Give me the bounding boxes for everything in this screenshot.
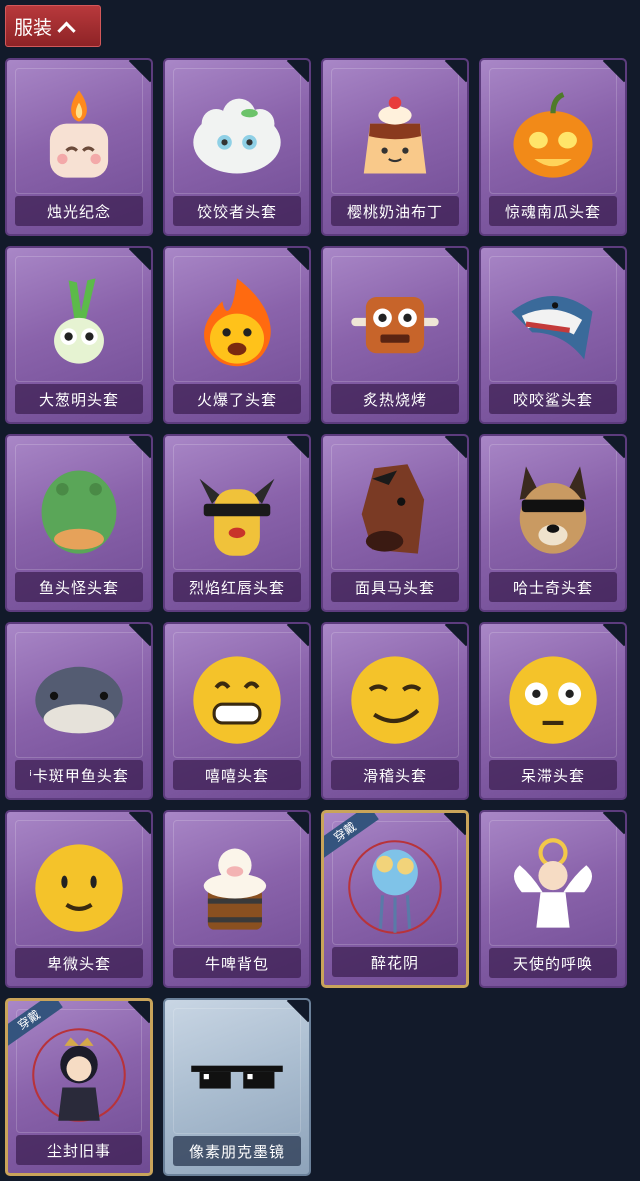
item-card[interactable]: 面具马头套 — [321, 434, 469, 612]
pudding-icon — [363, 96, 427, 174]
item-name: 烛光纪念 — [15, 196, 143, 226]
item-card[interactable]: 哈士奇头套 — [479, 434, 627, 612]
item-card[interactable]: 呆滞头套 — [479, 622, 627, 800]
outfit-section-toggle[interactable]: 服装 — [5, 5, 101, 47]
item-card[interactable]: 大葱明头套 — [5, 246, 153, 424]
item-card[interactable]: 牛啤背包 — [163, 810, 311, 988]
item-card[interactable]: 天使的呼唤 — [479, 810, 627, 988]
stare-emoji-icon — [509, 656, 597, 744]
item-name: 咬咬鲨头套 — [489, 384, 617, 414]
fireball-icon — [204, 278, 271, 367]
grin-emoji-icon — [193, 656, 281, 744]
item-name: 樱桃奶油布丁 — [331, 196, 459, 226]
pixel-sunglasses-icon — [191, 1065, 283, 1089]
item-card[interactable]: 穿戴 尘封旧事 — [5, 998, 153, 1176]
shark-icon — [511, 296, 593, 360]
dumpling-icon — [193, 98, 281, 174]
item-name: 大葱明头套 — [15, 384, 143, 414]
husky-icon — [519, 466, 587, 554]
outfit-grid: 烛光纪念 饺饺者头套 樱桃奶油布丁 惊魂南瓜头套 大葱明头套 火爆了头套 炙热烧… — [5, 58, 627, 1176]
item-card[interactable]: 咬咬鲨头套 — [479, 246, 627, 424]
fish-icon — [35, 666, 123, 734]
item-name: 像素朋克墨镜 — [173, 1136, 301, 1166]
item-card[interactable]: 像素朋克墨镜 — [163, 998, 311, 1176]
item-name: 牛啤背包 — [173, 948, 301, 978]
candle-icon — [49, 90, 109, 178]
item-card[interactable]: 穿戴 醉花阴 — [321, 810, 469, 988]
item-card[interactable]: 滑稽头套 — [321, 622, 469, 800]
item-name: ⁱ卡斑甲鱼头套 — [15, 760, 143, 790]
pumpkin-icon — [513, 92, 593, 178]
angel-icon — [513, 838, 593, 928]
chibi-character-icon — [32, 1028, 126, 1122]
fish-head-icon — [41, 470, 117, 554]
outfit-section-label: 服装 — [14, 16, 53, 39]
flower-ornament-icon — [348, 840, 442, 934]
item-card[interactable]: 卑微头套 — [5, 810, 153, 988]
yellow-mascot-icon — [199, 478, 275, 556]
item-name: 鱼头怪头套 — [15, 572, 143, 602]
item-card[interactable]: 惊魂南瓜头套 — [479, 58, 627, 236]
item-card[interactable]: 炙热烧烤 — [321, 246, 469, 424]
item-card[interactable]: 饺饺者头套 — [163, 58, 311, 236]
item-name: 滑稽头套 — [331, 760, 459, 790]
item-name: 烈焰红唇头套 — [173, 572, 301, 602]
item-name: 饺饺者头套 — [173, 196, 301, 226]
item-name: 面具马头套 — [331, 572, 459, 602]
item-card[interactable]: ⁱ卡斑甲鱼头套 — [5, 622, 153, 800]
humble-emoji-icon — [35, 844, 123, 932]
horse-mask-icon — [361, 464, 425, 554]
item-name: 炙热烧烤 — [331, 384, 459, 414]
item-name: 天使的呼唤 — [489, 948, 617, 978]
smirk-emoji-icon — [351, 656, 439, 744]
item-name: 哈士奇头套 — [489, 572, 617, 602]
item-name: 惊魂南瓜头套 — [489, 196, 617, 226]
item-name: 呆滞头套 — [489, 760, 617, 790]
item-card[interactable]: 鱼头怪头套 — [5, 434, 153, 612]
item-card[interactable]: 烈焰红唇头套 — [163, 434, 311, 612]
chevron-up-icon — [57, 21, 76, 40]
item-card[interactable]: 嘻嘻头套 — [163, 622, 311, 800]
item-name: 尘封旧事 — [16, 1135, 142, 1165]
item-card[interactable]: 火爆了头套 — [163, 246, 311, 424]
cow-beer-icon — [203, 848, 267, 930]
scallion-icon — [54, 278, 104, 364]
item-card[interactable]: 烛光纪念 — [5, 58, 153, 236]
item-card[interactable]: 樱桃奶油布丁 — [321, 58, 469, 236]
item-name: 火爆了头套 — [173, 384, 301, 414]
item-name: 嘻嘻头套 — [173, 760, 301, 790]
barbecue-icon — [351, 297, 439, 354]
item-name: 醉花阴 — [332, 947, 458, 977]
item-name: 卑微头套 — [15, 948, 143, 978]
